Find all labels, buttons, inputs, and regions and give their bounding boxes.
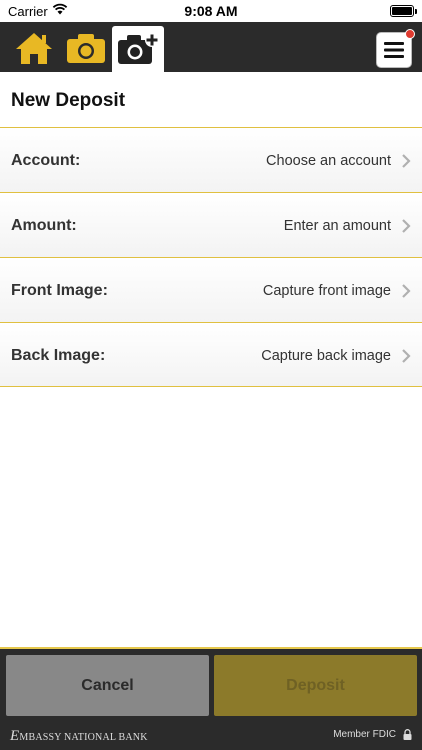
clock: 9:08 AM (184, 3, 238, 19)
tab-deposit[interactable] (112, 26, 164, 72)
status-bar: Carrier 9:08 AM (0, 0, 422, 22)
account-value: Choose an account (266, 153, 391, 169)
amount-label: Amount: (11, 217, 77, 234)
lock-icon (403, 729, 412, 740)
front-image-label: Front Image: (11, 282, 108, 299)
tab-home[interactable] (10, 26, 58, 70)
home-icon (16, 33, 52, 64)
battery-icon (390, 5, 417, 17)
back-image-label: Back Image: (11, 347, 106, 364)
amount-value: Enter an amount (283, 218, 391, 234)
account-row[interactable]: Account: Choose an account (0, 127, 422, 192)
page-title: New Deposit (11, 90, 126, 111)
amount-row[interactable]: Amount: Enter an amount (0, 192, 422, 257)
back-image-value: Capture back image (261, 348, 391, 364)
account-label: Account: (11, 152, 81, 169)
chevron-right-icon (402, 219, 411, 233)
deposit-form: Account: Choose an account Amount: Enter… (0, 127, 422, 387)
chevron-right-icon (402, 349, 411, 363)
chevron-right-icon (402, 284, 411, 298)
menu-button[interactable] (376, 29, 415, 68)
notification-badge (405, 29, 415, 39)
cancel-button[interactable]: Cancel (6, 655, 209, 716)
hamburger-menu-icon (384, 42, 404, 58)
tab-camera[interactable] (62, 26, 110, 70)
chevron-right-icon (402, 154, 411, 168)
camera-add-icon (118, 33, 159, 64)
action-bar: Cancel Deposit (0, 647, 422, 720)
front-image-value: Capture front image (262, 283, 391, 299)
camera-icon (67, 34, 105, 63)
fdic-label: Member FDIC (333, 729, 396, 740)
top-navigation (0, 22, 422, 72)
deposit-button[interactable]: Deposit (214, 655, 417, 716)
front-image-row[interactable]: Front Image: Capture front image (0, 257, 422, 322)
footer: EMBASSY NATIONAL BANK Member FDIC (0, 720, 422, 750)
bank-logo: EMBASSY NATIONAL BANK (10, 728, 148, 744)
back-image-row[interactable]: Back Image: Capture back image (0, 322, 422, 387)
